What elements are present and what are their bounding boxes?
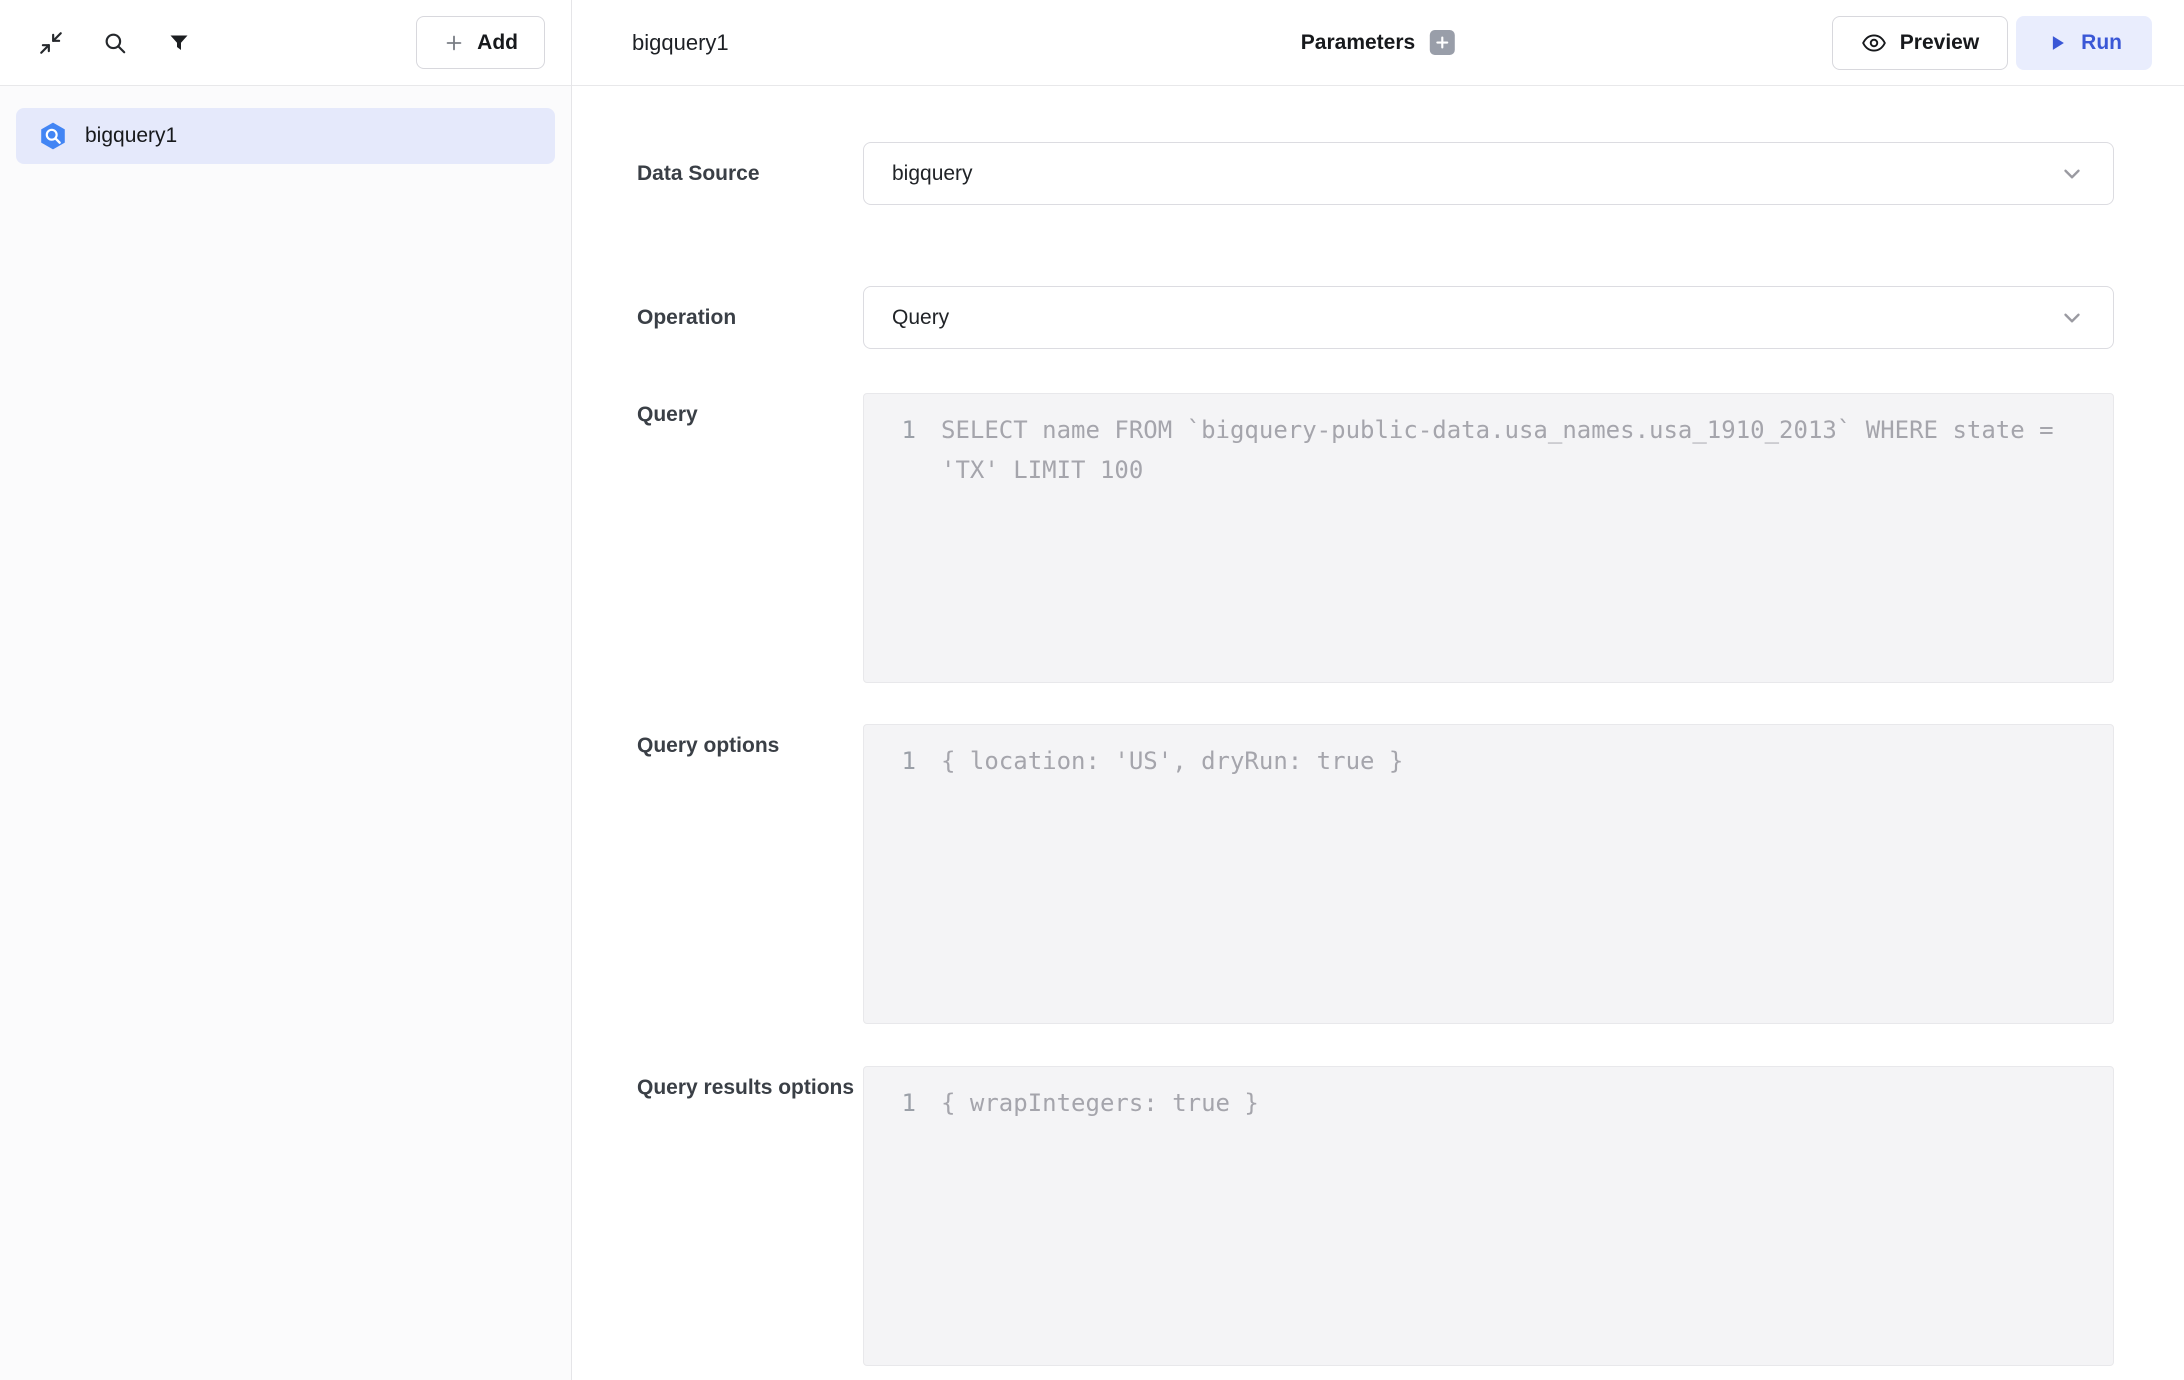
query-editor-header: bigquery1 Parameters	[572, 0, 2184, 86]
run-button-label: Run	[2081, 31, 2122, 55]
query-list: bigquery1	[0, 86, 571, 186]
add-button-label: Add	[477, 31, 518, 55]
query-editor-panel: bigquery1 Parameters	[572, 0, 2184, 1380]
sidebar-toolbar: Add	[0, 0, 571, 86]
line-number: 1	[864, 410, 916, 682]
plus-icon	[1434, 34, 1451, 51]
query-title: bigquery1	[632, 30, 729, 56]
plus-icon	[443, 32, 465, 54]
header-actions: Preview Run	[1832, 16, 2152, 70]
query-options-row: Query options 1 { location: 'US', dryRun…	[637, 724, 2114, 1024]
query-options-placeholder-text: { location: 'US', dryRun: true }	[941, 741, 2085, 1023]
query-label: Query	[637, 393, 863, 435]
operation-select[interactable]: Query	[863, 286, 2114, 349]
filter-button[interactable]	[164, 28, 194, 58]
operation-value: Query	[892, 306, 949, 330]
query-list-item-label: bigquery1	[85, 124, 177, 148]
query-results-options-label: Query results options	[637, 1066, 863, 1108]
app-window: Add bigquery1 bigquery1 Parameters	[0, 0, 2184, 1380]
query-options-code-editor[interactable]: 1 { location: 'US', dryRun: true }	[863, 724, 2114, 1024]
filter-icon	[167, 31, 191, 55]
query-results-options-code-editor[interactable]: 1 { wrapIntegers: true }	[863, 1066, 2114, 1366]
collapse-icon	[38, 30, 64, 56]
collapse-sidebar-button[interactable]	[36, 28, 66, 58]
line-number: 1	[864, 1083, 916, 1365]
search-button[interactable]	[100, 28, 130, 58]
query-list-item-bigquery1[interactable]: bigquery1	[16, 108, 555, 164]
eye-icon	[1861, 30, 1887, 56]
query-sidebar: Add bigquery1	[0, 0, 572, 1380]
bigquery-icon	[38, 121, 68, 151]
data-source-label: Data Source	[637, 154, 863, 194]
add-query-button[interactable]: Add	[416, 16, 545, 69]
run-button[interactable]: Run	[2016, 16, 2152, 70]
query-form: Data Source bigquery Operation Query	[572, 86, 2184, 1380]
preview-button[interactable]: Preview	[1832, 16, 2008, 70]
query-options-label: Query options	[637, 724, 863, 766]
line-number: 1	[864, 741, 916, 1023]
query-placeholder-text: SELECT name FROM `bigquery-public-data.u…	[941, 410, 2085, 682]
operation-label: Operation	[637, 298, 863, 338]
data-source-value: bigquery	[892, 162, 973, 186]
query-results-options-placeholder-text: { wrapIntegers: true }	[941, 1083, 2085, 1365]
query-results-options-row: Query results options 1 { wrapIntegers: …	[637, 1066, 2114, 1366]
data-source-row: Data Source bigquery	[637, 142, 2114, 205]
search-icon	[102, 30, 128, 56]
chevron-down-icon	[2059, 305, 2085, 331]
add-parameter-button[interactable]	[1430, 30, 1455, 55]
preview-button-label: Preview	[1900, 31, 1979, 55]
parameters-group: Parameters	[1301, 30, 1455, 55]
parameters-label: Parameters	[1301, 31, 1415, 55]
play-icon	[2046, 32, 2068, 54]
query-row: Query 1 SELECT name FROM `bigquery-publi…	[637, 393, 2114, 683]
query-code-editor[interactable]: 1 SELECT name FROM `bigquery-public-data…	[863, 393, 2114, 683]
data-source-select[interactable]: bigquery	[863, 142, 2114, 205]
chevron-down-icon	[2059, 161, 2085, 187]
operation-row: Operation Query	[637, 286, 2114, 349]
